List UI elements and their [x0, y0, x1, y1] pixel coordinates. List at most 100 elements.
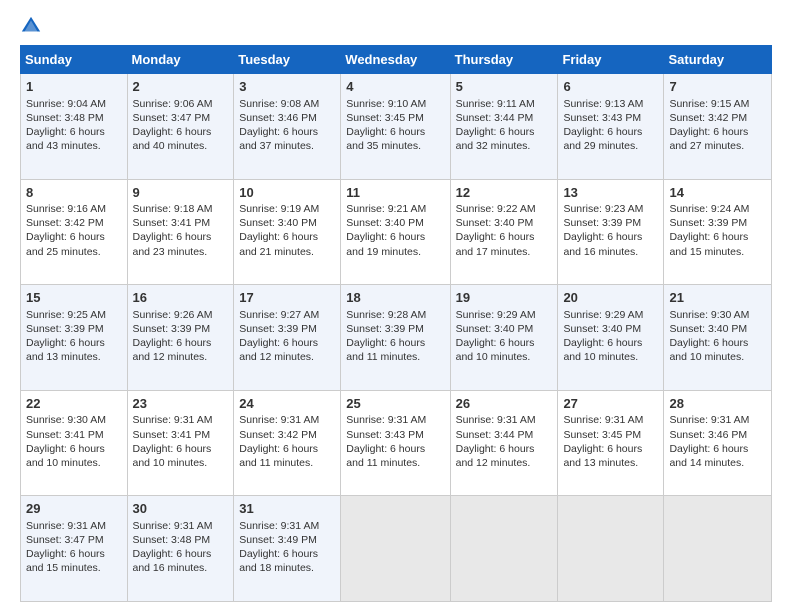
day-cell: 11Sunrise: 9:21 AMSunset: 3:40 PMDayligh…: [341, 179, 450, 285]
daylight: Daylight: 6 hours and 10 minutes.: [456, 337, 535, 363]
day-cell: 22Sunrise: 9:30 AM Sunset: 3:41 PM Dayligh…: [21, 390, 128, 496]
day-number: 23: [133, 395, 229, 413]
sunset: Sunset: 3:40 PM: [239, 217, 317, 229]
day-number: 7: [669, 78, 766, 96]
daylight: Daylight: 6 hours and 18 minutes.: [239, 548, 318, 574]
sunset: Sunset: 3:43 PM: [563, 112, 641, 124]
sunset: Sunset: 3:40 PM: [456, 217, 534, 229]
day-number: 29: [26, 500, 122, 518]
day-cell: [558, 496, 664, 602]
sunset: Sunset: 3:40 PM: [346, 217, 424, 229]
day-cell: 29Sunrise: 9:31 AMSunset: 3:47 PMDayligh…: [21, 496, 128, 602]
sunset: Sunset: 3:41 PM: [133, 429, 211, 441]
daylight: Daylight: 6 hours and 16 minutes.: [133, 548, 212, 574]
daylight: Daylight: 6 hours and 11 minutes.: [346, 337, 425, 363]
daylight: Daylight: 6 hours and 11 minutes.: [239, 443, 318, 469]
daylight: Daylight: 6 hours and 29 minutes.: [563, 126, 642, 152]
day-cell: [450, 496, 558, 602]
day-number: 31: [239, 500, 335, 518]
sunrise: Sunrise: 9:16 AM: [26, 203, 106, 215]
day-cell: 28Sunrise: 9:31 AMSunset: 3:46 PMDayligh…: [664, 390, 772, 496]
week-row-5: 29Sunrise: 9:31 AMSunset: 3:47 PMDayligh…: [21, 496, 772, 602]
day-number: 25: [346, 395, 444, 413]
column-header-row: SundayMondayTuesdayWednesdayThursdayFrid…: [21, 46, 772, 74]
day-number: 10: [239, 184, 335, 202]
daylight: Daylight: 6 hours and 40 minutes.: [133, 126, 212, 152]
day-cell: 2Sunrise: 9:06 AMSunset: 3:47 PMDaylight…: [127, 74, 234, 180]
daylight: Daylight: 6 hours and 10 minutes.: [669, 337, 748, 363]
day-cell: 25Sunrise: 9:31 AMSunset: 3:43 PMDayligh…: [341, 390, 450, 496]
daylight: Daylight: 6 hours and 25 minutes.: [26, 231, 105, 257]
col-header-wednesday: Wednesday: [341, 46, 450, 74]
col-header-monday: Monday: [127, 46, 234, 74]
day-number: 30: [133, 500, 229, 518]
sunrise: Sunrise: 9:26 AM: [133, 309, 213, 321]
day-number: 16: [133, 289, 229, 307]
day-number: 14: [669, 184, 766, 202]
day-cell: 9Sunrise: 9:18 AMSunset: 3:41 PMDaylight…: [127, 179, 234, 285]
day-cell: 24Sunrise: 9:31 AM Sunset: 3:42 PM Dayligh…: [234, 390, 341, 496]
daylight: Daylight: 6 hours and 32 minutes.: [456, 126, 535, 152]
day-cell: 7Sunrise: 9:15 AMSunset: 3:42 PMDaylight…: [664, 74, 772, 180]
sunrise: Sunrise: 9:25 AM: [26, 309, 106, 321]
sunrise: Sunrise: 9:30 AM: [669, 309, 749, 321]
daylight: Daylight: 6 hours and 10 minutes.: [26, 443, 105, 469]
day-cell: [664, 496, 772, 602]
day-number: 11: [346, 184, 444, 202]
day-cell: 12Sunrise: 9:22 AMSunset: 3:40 PMDayligh…: [450, 179, 558, 285]
day-number: 18: [346, 289, 444, 307]
sunset: Sunset: 3:44 PM: [456, 429, 534, 441]
sunrise: Sunrise: 9:30 AM: [26, 414, 106, 426]
day-number: 13: [563, 184, 658, 202]
day-number: 26: [456, 395, 553, 413]
sunset: Sunset: 3:41 PM: [133, 217, 211, 229]
sunrise: Sunrise: 9:10 AM: [346, 98, 426, 110]
day-number: 1: [26, 78, 122, 96]
sunrise: Sunrise: 9:31 AM: [26, 520, 106, 532]
daylight: Daylight: 6 hours and 12 minutes.: [133, 337, 212, 363]
sunset: Sunset: 3:42 PM: [26, 217, 104, 229]
sunrise: Sunrise: 9:24 AM: [669, 203, 749, 215]
daylight: Daylight: 6 hours and 37 minutes.: [239, 126, 318, 152]
sunrise: Sunrise: 9:08 AM: [239, 98, 319, 110]
sunset: Sunset: 3:46 PM: [669, 429, 747, 441]
sunrise: Sunrise: 9:31 AM: [239, 414, 319, 426]
sunset: Sunset: 3:41 PM: [26, 429, 104, 441]
day-number: 4: [346, 78, 444, 96]
sunset: Sunset: 3:39 PM: [346, 323, 424, 335]
day-cell: 17Sunrise: 9:27 AMSunset: 3:39 PMDayligh…: [234, 285, 341, 391]
day-cell: 3 Sunrise: 9:08 AM Sunset: 3:46 PM Daylight…: [234, 74, 341, 180]
sunrise: Sunrise: 9:06 AM: [133, 98, 213, 110]
day-cell: 21Sunrise: 9:30 AMSunset: 3:40 PMDayligh…: [664, 285, 772, 391]
day-cell: 15Sunrise: 9:25 AMSunset: 3:39 PMDayligh…: [21, 285, 128, 391]
day-cell: 5Sunrise: 9:11 AMSunset: 3:44 PMDaylight…: [450, 74, 558, 180]
sunrise: Sunrise: 9:04 AM: [26, 98, 106, 110]
day-number: 22: [26, 395, 122, 413]
sunset: Sunset: 3:49 PM: [239, 534, 317, 546]
sunset: Sunset: 3:40 PM: [456, 323, 534, 335]
daylight: Daylight: 6 hours and 10 minutes.: [133, 443, 212, 469]
day-cell: 13Sunrise: 9:23 AMSunset: 3:39 PMDayligh…: [558, 179, 664, 285]
sunrise: Sunrise: 9:31 AM: [239, 520, 319, 532]
daylight: Daylight: 6 hours and 27 minutes.: [669, 126, 748, 152]
daylight: Daylight: 6 hours and 23 minutes.: [133, 231, 212, 257]
day-number: 21: [669, 289, 766, 307]
week-row-4: 22Sunrise: 9:30 AM Sunset: 3:41 PM Dayligh…: [21, 390, 772, 496]
sunset: Sunset: 3:42 PM: [239, 429, 317, 441]
week-row-3: 15Sunrise: 9:25 AMSunset: 3:39 PMDayligh…: [21, 285, 772, 391]
day-number: 3: [239, 78, 335, 96]
day-number: 24: [239, 395, 335, 413]
week-row-1: 1Sunrise: 9:04 AMSunset: 3:48 PMDaylight…: [21, 74, 772, 180]
col-header-thursday: Thursday: [450, 46, 558, 74]
day-cell: 31 Sunrise: 9:31 AM Sunset: 3:49 PM Dayligh…: [234, 496, 341, 602]
sunset: Sunset: 3:46 PM: [239, 112, 317, 124]
daylight: Daylight: 6 hours and 16 minutes.: [563, 231, 642, 257]
sunset: Sunset: 3:43 PM: [346, 429, 424, 441]
sunrise: Sunrise: 9:15 AM: [669, 98, 749, 110]
day-number: 6: [563, 78, 658, 96]
sunrise: Sunrise: 9:31 AM: [563, 414, 643, 426]
day-cell: 4Sunrise: 9:10 AMSunset: 3:45 PMDaylight…: [341, 74, 450, 180]
sunset: Sunset: 3:45 PM: [346, 112, 424, 124]
day-number: 20: [563, 289, 658, 307]
sunrise: Sunrise: 9:18 AM: [133, 203, 213, 215]
